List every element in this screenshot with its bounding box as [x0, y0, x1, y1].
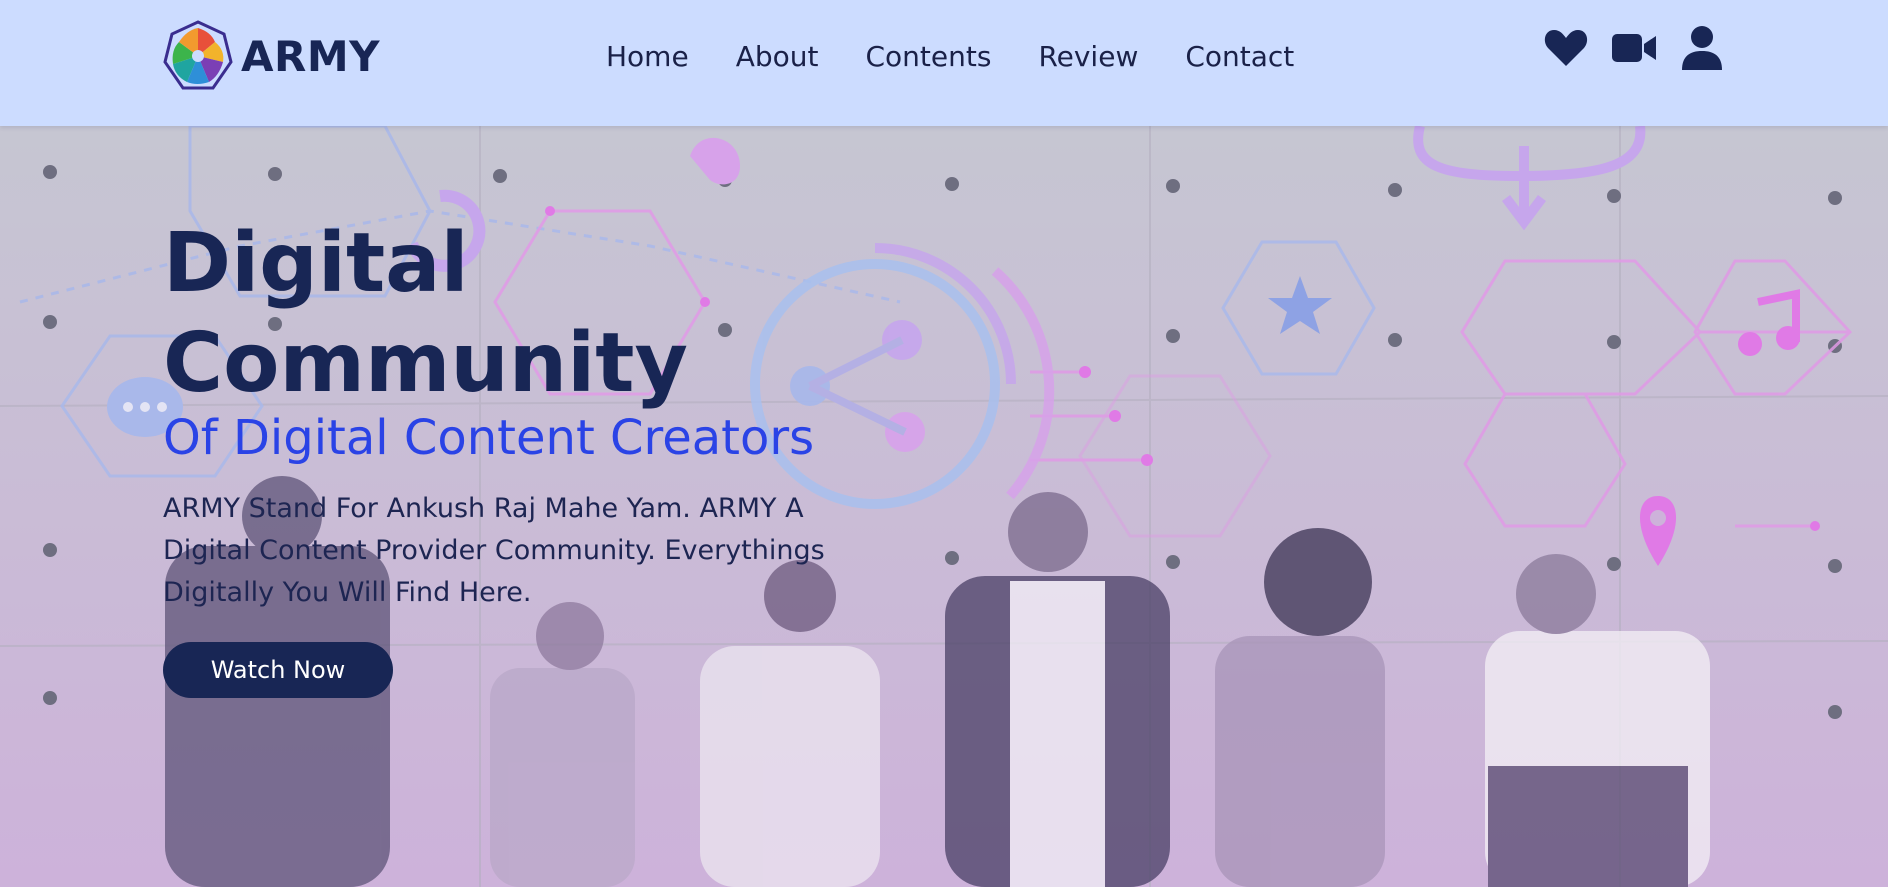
user-icon[interactable] — [1678, 24, 1726, 72]
video-camera-icon[interactable] — [1610, 24, 1658, 72]
nav-contact[interactable]: Contact — [1185, 40, 1294, 73]
nav-about[interactable]: About — [736, 40, 819, 73]
hero-section: Digital Community Of Digital Content Cre… — [0, 126, 1888, 887]
nav-review[interactable]: Review — [1038, 40, 1138, 73]
nav-home[interactable]: Home — [606, 40, 689, 73]
header-actions — [1542, 24, 1746, 72]
hero-title-line-2: Community — [163, 316, 688, 411]
site-header: ARMY Home About Contents Review Contact — [0, 0, 1888, 126]
hero-description: ARMY Stand For Ankush Raj Mahe Yam. ARMY… — [163, 493, 825, 608]
hero-subtitle: Of Digital Content Creators — [163, 410, 815, 466]
hero-title: Digital Community — [163, 214, 883, 414]
watch-now-button[interactable]: Watch Now — [163, 642, 393, 698]
heart-icon[interactable] — [1542, 24, 1590, 72]
army-logo-icon — [163, 20, 233, 90]
main-nav: Home About Contents Review Contact — [606, 40, 1341, 73]
brand-name: ARMY — [241, 31, 381, 81]
hero-title-line-1: Digital — [163, 216, 469, 311]
nav-contents[interactable]: Contents — [865, 40, 991, 73]
brand-logo[interactable]: ARMY — [163, 20, 380, 92]
